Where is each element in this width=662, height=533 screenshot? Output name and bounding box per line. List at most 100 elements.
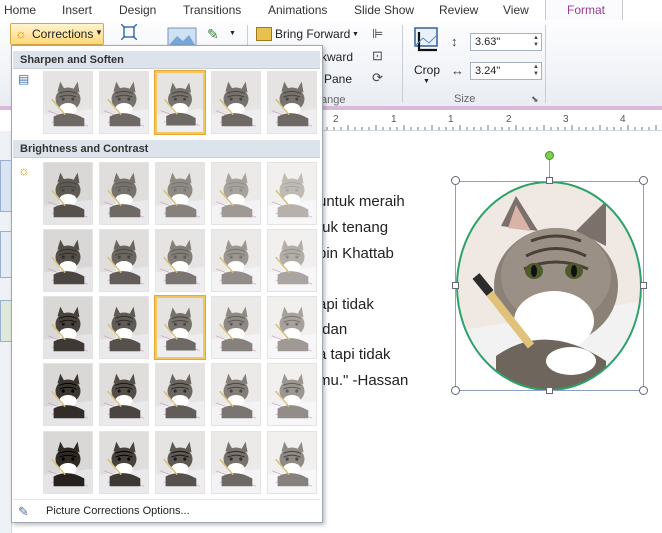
group-icon[interactable]: ⊡ [372, 48, 383, 64]
corrections-button[interactable]: ☼ Corrections ▼ [10, 23, 104, 45]
size-group-label: Size [454, 93, 476, 105]
brightness-contrast-thumbnail[interactable] [211, 296, 261, 359]
rotate-icon[interactable]: ⟳ [372, 70, 383, 86]
tab-insert[interactable]: Insert [62, 3, 92, 17]
brightness-contrast-thumbnail[interactable] [211, 431, 261, 494]
slide-text-line[interactable]: mu." -Hassan [318, 372, 408, 389]
ruler-label: 2 [333, 114, 339, 125]
brightness-contrast-thumbnail[interactable] [267, 431, 317, 494]
brightness-contrast-thumbnail[interactable] [211, 229, 261, 292]
width-icon: ↔ [451, 63, 464, 78]
resize-handle-ne[interactable] [639, 176, 648, 185]
ruler-label: 4 [620, 114, 626, 125]
brightness-contrast-thumbnail[interactable] [43, 296, 93, 359]
ruler-label: 1 [448, 114, 454, 125]
resize-handle-nw[interactable] [451, 176, 460, 185]
slide-text-line[interactable]: untuk meraih [318, 193, 405, 210]
brightness-contrast-thumbnail[interactable] [43, 229, 93, 292]
brightness-contrast-thumbnail[interactable] [154, 295, 206, 360]
spinner-arrows-icon[interactable]: ▲ ▼ [533, 35, 539, 49]
bring-forward-button[interactable]: Bring Forward [275, 27, 350, 41]
slide-text-line[interactable]: tuk tenang [318, 219, 388, 236]
resize-handle-e[interactable] [640, 282, 647, 289]
brightness-contrast-thumbnail[interactable] [43, 363, 93, 426]
horizontal-ruler: 2 1 1 2 3 4 [319, 112, 662, 131]
brightness-contrast-thumbnail[interactable] [43, 162, 93, 225]
picture-options-icon: ✎ [18, 504, 29, 519]
tab-view[interactable]: View [503, 3, 529, 17]
brightness-contrast-thumbnail[interactable] [267, 229, 317, 292]
picture-border-icon[interactable]: ✎ [207, 26, 219, 43]
brightness-contrast-thumbnail[interactable] [99, 296, 149, 359]
tab-home[interactable]: Home [4, 3, 36, 17]
rotate-handle[interactable] [545, 151, 554, 160]
dropdown-arrow-icon: ▼ [423, 78, 430, 85]
picture-corrections-options-link[interactable]: Picture Corrections Options... [46, 505, 190, 517]
resize-handle-s[interactable] [546, 387, 553, 394]
selection-pane-button[interactable]: Pane [324, 72, 352, 86]
height-input[interactable]: 3.63" ▲ ▼ [470, 33, 542, 51]
sharpen-soften-thumbnail[interactable] [211, 71, 261, 134]
sharpen-soften-heading: Sharpen and Soften [13, 51, 320, 69]
tab-animations[interactable]: Animations [268, 3, 327, 17]
brightness-contrast-thumbnail[interactable] [267, 296, 317, 359]
width-input[interactable]: 3.24" ▲ ▼ [470, 62, 542, 80]
sharpen-soften-thumbnail[interactable] [154, 70, 206, 135]
slide-text-line[interactable]: a tapi tidak [318, 346, 391, 363]
ruler-label: 1 [391, 114, 397, 125]
picture-styles-icon[interactable] [167, 27, 197, 47]
brightness-contrast-thumbnail[interactable] [211, 363, 261, 426]
compress-pictures-icon[interactable] [120, 23, 138, 41]
dropdown-arrow-icon[interactable]: ▼ [229, 30, 236, 37]
crop-button[interactable]: Crop [414, 63, 440, 77]
brightness-contrast-thumbnail[interactable] [43, 431, 93, 494]
sharpen-soften-icon: ▤ [18, 72, 30, 86]
brightness-contrast-thumbnail[interactable] [155, 363, 205, 426]
group-separator [545, 25, 546, 103]
dropdown-arrow-icon: ▼ [352, 31, 359, 38]
tab-slide-show[interactable]: Slide Show [354, 3, 414, 17]
tab-design[interactable]: Design [119, 3, 156, 17]
corrections-options-footer[interactable]: ✎ Picture Corrections Options... [13, 499, 320, 522]
ruler-label: 3 [563, 114, 569, 125]
ruler-label: 2 [506, 114, 512, 125]
brightness-contrast-thumbnail[interactable] [155, 229, 205, 292]
ruler-ticks [319, 125, 657, 130]
slide-text-line[interactable]: api tidak [318, 296, 374, 313]
sharpen-soften-thumbnail[interactable] [99, 71, 149, 134]
dropdown-arrow-icon: ▼ [95, 28, 103, 37]
brightness-contrast-thumbnail[interactable] [99, 431, 149, 494]
sharpen-soften-thumbnail[interactable] [267, 71, 317, 134]
align-icon[interactable]: ⊫ [372, 26, 383, 42]
corrections-label: Corrections [32, 27, 94, 41]
slide-text-line[interactable]: bin Khattab [318, 245, 394, 262]
brightness-contrast-thumbnail[interactable] [155, 162, 205, 225]
dialog-launcher-icon[interactable]: ⬊ [531, 94, 539, 105]
sharpen-soften-thumbnail[interactable] [43, 71, 93, 134]
corrections-gallery: Sharpen and Soften ▤ Brightness and Cont… [11, 45, 323, 523]
brightness-contrast-thumbnail[interactable] [99, 229, 149, 292]
send-backward-button[interactable]: kward [321, 50, 353, 64]
brightness-contrast-thumbnail[interactable] [267, 363, 317, 426]
resize-handle-w[interactable] [452, 282, 459, 289]
bring-forward-icon [256, 27, 272, 41]
width-value: 3.24" [475, 65, 501, 77]
spinner-arrows-icon[interactable]: ▲ ▼ [533, 64, 539, 78]
sun-icon: ☼ [15, 26, 27, 41]
selection-box [455, 181, 644, 391]
brightness-contrast-heading: Brightness and Contrast [13, 140, 320, 158]
tab-format[interactable]: Format [545, 0, 623, 20]
crop-icon[interactable] [411, 26, 441, 54]
resize-handle-se[interactable] [639, 386, 648, 395]
tab-review[interactable]: Review [439, 3, 478, 17]
brightness-contrast-thumbnail[interactable] [99, 162, 149, 225]
height-value: 3.63" [475, 36, 501, 48]
tab-transitions[interactable]: Transitions [183, 3, 241, 17]
brightness-contrast-thumbnail[interactable] [155, 431, 205, 494]
group-separator [402, 25, 403, 103]
resize-handle-sw[interactable] [451, 386, 460, 395]
brightness-contrast-thumbnail[interactable] [211, 162, 261, 225]
brightness-contrast-thumbnail[interactable] [267, 162, 317, 225]
brightness-contrast-thumbnail[interactable] [99, 363, 149, 426]
resize-handle-n[interactable] [546, 177, 553, 184]
